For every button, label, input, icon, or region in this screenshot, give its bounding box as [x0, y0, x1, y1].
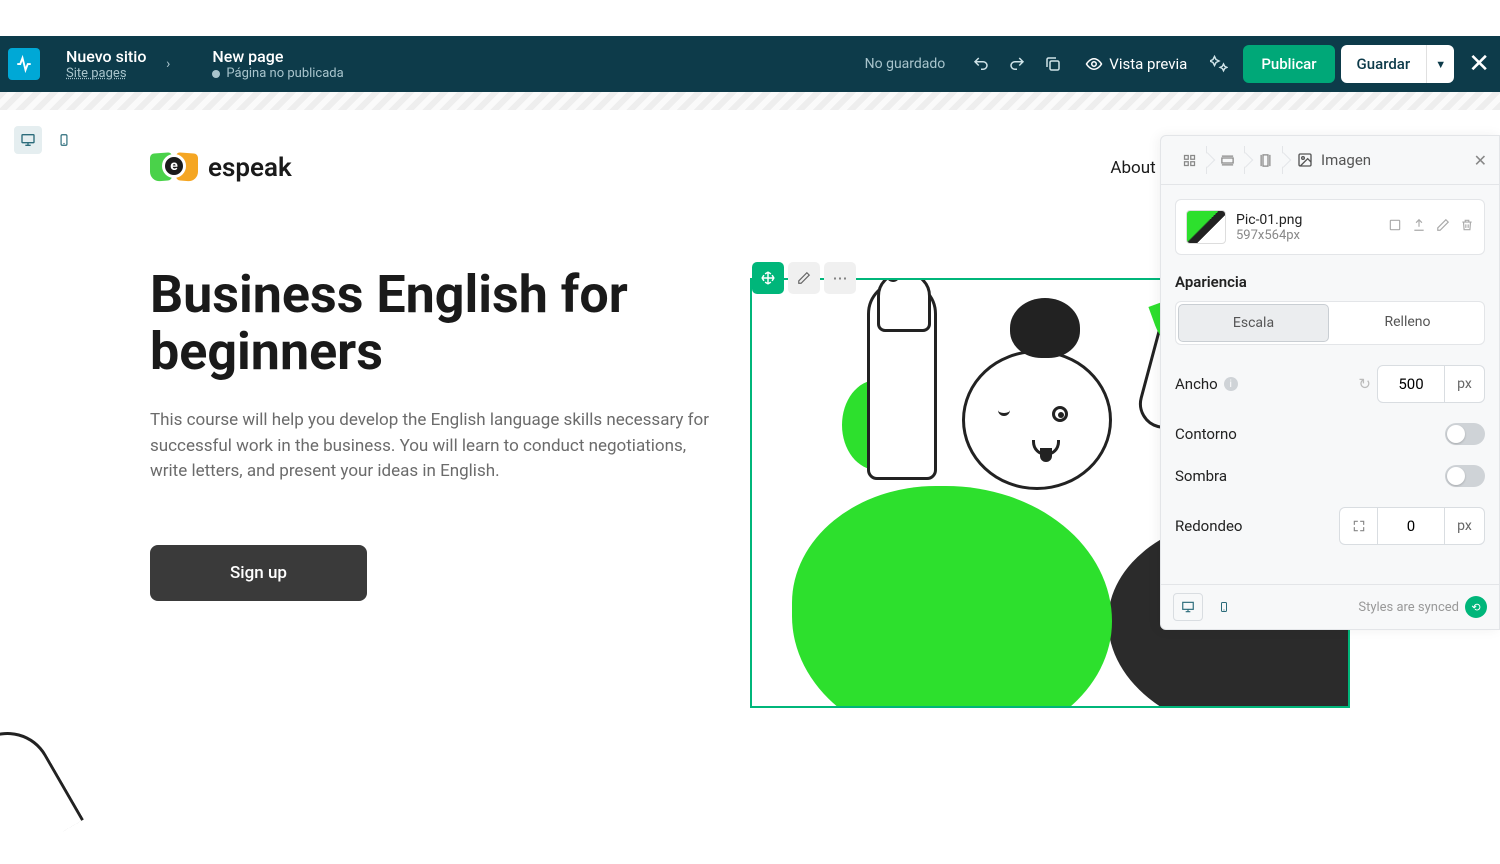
top-toolbar: Nuevo sitio Site pages › New page Página…	[0, 36, 1500, 92]
breadcrumb-page[interactable]: New page Página no publicada	[194, 47, 361, 81]
copy-icon[interactable]	[1035, 46, 1071, 82]
info-icon[interactable]: i	[1224, 377, 1238, 391]
radius-unit[interactable]: px	[1445, 507, 1485, 545]
crumb-column-icon[interactable]	[1249, 146, 1283, 174]
image-thumbnail[interactable]	[1186, 210, 1226, 244]
image-filename: Pic-01.png	[1236, 212, 1378, 228]
page-status: Página no publicada	[212, 66, 343, 81]
radius-input[interactable]	[1377, 507, 1445, 545]
save-status: No guardado	[865, 56, 946, 72]
preview-label: Vista previa	[1109, 55, 1187, 73]
width-label: Anchoi	[1175, 375, 1358, 393]
panel-desktop-icon[interactable]	[1173, 593, 1203, 621]
app-logo-icon[interactable]	[8, 48, 40, 80]
signup-button[interactable]: Sign up	[150, 545, 367, 601]
outline-toggle[interactable]	[1445, 423, 1485, 445]
sync-status: Styles are synced ⟲	[1358, 596, 1487, 618]
crop-icon[interactable]	[1388, 218, 1402, 236]
shadow-toggle[interactable]	[1445, 465, 1485, 487]
site-pages-link[interactable]: Site pages	[66, 66, 146, 81]
nav-about[interactable]: About	[1110, 158, 1155, 178]
desktop-view-button[interactable]	[14, 126, 42, 154]
panel-mobile-icon[interactable]	[1209, 593, 1239, 621]
image-file-card: Pic-01.png 597x564px	[1175, 199, 1485, 255]
fill-option[interactable]: Relleno	[1333, 304, 1482, 342]
redo-button[interactable]	[999, 46, 1035, 82]
corners-icon[interactable]	[1339, 507, 1377, 545]
mobile-view-button[interactable]	[50, 126, 78, 154]
save-button[interactable]: Guardar	[1341, 45, 1427, 83]
brand-name: espeak	[208, 153, 292, 183]
properties-panel: Imagen ✕ Pic-01.png 597x564px Apariencia…	[1160, 135, 1500, 630]
scale-option[interactable]: Escala	[1178, 304, 1329, 342]
magic-icon[interactable]	[1201, 46, 1237, 82]
trash-icon[interactable]	[1460, 218, 1474, 236]
radius-label: Redondeo	[1175, 517, 1339, 535]
shadow-label: Sombra	[1175, 467, 1445, 485]
panel-breadcrumb: Imagen ✕	[1161, 136, 1499, 185]
publish-button[interactable]: Publicar	[1243, 45, 1334, 83]
crumb-current: Imagen	[1287, 151, 1371, 169]
logo-mark-icon: e	[150, 150, 198, 186]
crumb-section-icon[interactable]	[1173, 146, 1207, 174]
fit-mode-segment: Escala Relleno	[1175, 301, 1485, 345]
preview-button[interactable]: Vista previa	[1071, 47, 1201, 81]
reset-width-icon[interactable]: ↻	[1358, 375, 1371, 393]
hero-title[interactable]: Business English for beginners	[150, 266, 720, 380]
image-icon	[1297, 152, 1313, 168]
brand-logo[interactable]: e espeak	[150, 150, 292, 186]
page-title: New page	[212, 47, 343, 66]
width-input[interactable]	[1377, 365, 1445, 403]
panel-close-button[interactable]: ✕	[1474, 151, 1487, 170]
upload-icon[interactable]	[1412, 218, 1426, 236]
chevron-right-icon: ›	[166, 56, 170, 72]
outline-label: Contorno	[1175, 425, 1445, 443]
device-switcher	[4, 118, 88, 162]
image-dimensions: 597x564px	[1236, 228, 1378, 243]
hero-description[interactable]: This course will help you develop the En…	[150, 408, 720, 485]
eye-icon	[1085, 55, 1103, 73]
pencil-icon[interactable]	[1436, 218, 1450, 236]
appearance-heading: Apariencia	[1175, 273, 1485, 291]
breadcrumb-site[interactable]: Nuevo sitio Site pages ›	[48, 47, 164, 81]
save-dropdown[interactable]: ▼	[1426, 45, 1454, 83]
crumb-row-icon[interactable]	[1211, 146, 1245, 174]
site-title: Nuevo sitio	[66, 47, 146, 66]
decoration-line	[0, 716, 84, 864]
panel-footer: Styles are synced ⟲	[1161, 584, 1499, 629]
canvas-edge-stripe	[0, 92, 1500, 110]
undo-button[interactable]	[963, 46, 999, 82]
link-icon[interactable]: ⟲	[1465, 596, 1487, 618]
close-button[interactable]: ✕	[1468, 49, 1490, 79]
width-unit[interactable]: px	[1445, 365, 1485, 403]
